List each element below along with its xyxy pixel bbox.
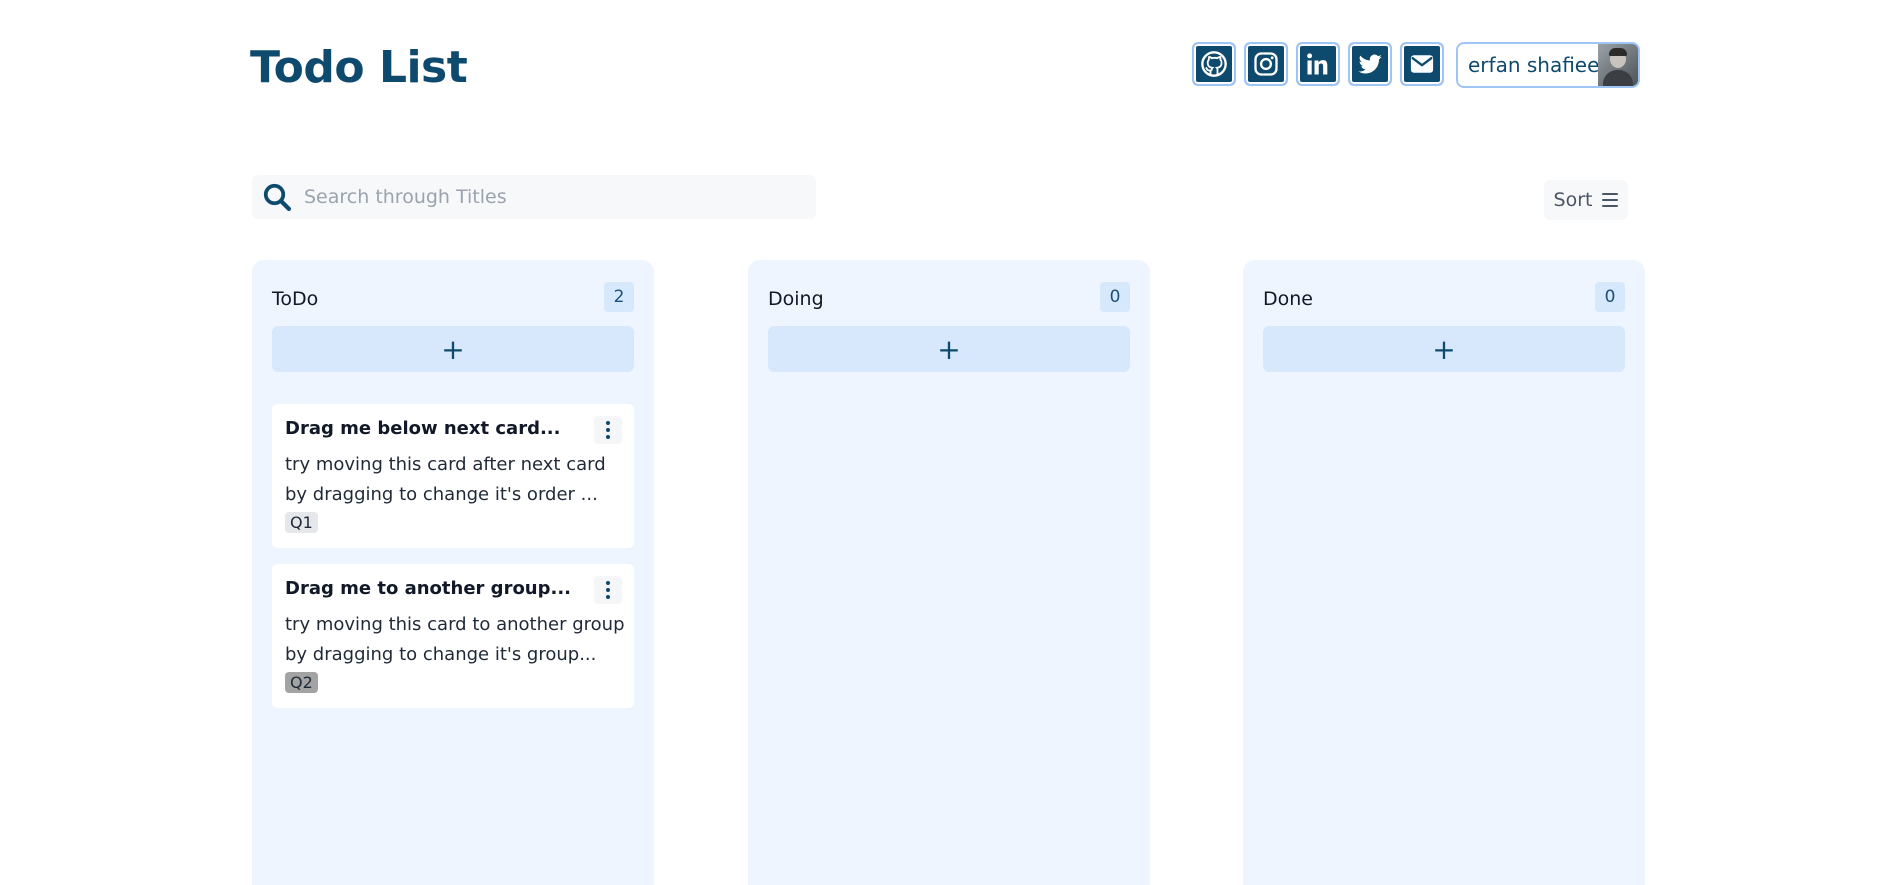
column-header: Done 0 xyxy=(1263,282,1625,316)
column-header: ToDo 2 xyxy=(272,282,634,316)
task-card[interactable]: Drag me below next card... try moving th… xyxy=(272,404,634,548)
search-input[interactable] xyxy=(304,186,784,208)
github-icon xyxy=(1201,51,1227,77)
menu-lines-icon xyxy=(1602,193,1619,207)
column-title: Done xyxy=(1263,288,1313,310)
card-description-line: by dragging to change it's group... xyxy=(285,644,597,665)
instagram-link[interactable] xyxy=(1244,42,1288,86)
add-card-button[interactable]: + xyxy=(272,326,634,372)
card-menu-button[interactable] xyxy=(594,416,622,444)
card-tag: Q1 xyxy=(285,512,318,533)
column-count-badge: 0 xyxy=(1100,282,1130,312)
sort-button[interactable]: Sort xyxy=(1544,180,1628,220)
social-links xyxy=(1192,42,1444,86)
card-description-line: try moving this card to another group xyxy=(285,614,625,635)
mail-link[interactable] xyxy=(1400,42,1444,86)
column-title: Doing xyxy=(768,288,824,310)
profile-button[interactable]: erfan shafiee xyxy=(1456,42,1640,88)
card-description: try moving this card to another group by… xyxy=(285,610,645,670)
column-done: Done 0 + xyxy=(1243,260,1645,885)
column-todo: ToDo 2 + Drag me below next card... try … xyxy=(252,260,654,885)
search-bar xyxy=(252,175,816,219)
add-card-button[interactable]: + xyxy=(768,326,1130,372)
instagram-icon xyxy=(1254,52,1278,76)
sort-label: Sort xyxy=(1553,189,1593,211)
linkedin-link[interactable] xyxy=(1296,42,1340,86)
card-description: try moving this card after next card by … xyxy=(285,450,645,510)
column-title: ToDo xyxy=(272,288,319,310)
add-card-button[interactable]: + xyxy=(1263,326,1625,372)
column-doing: Doing 0 + xyxy=(748,260,1150,885)
card-tag: Q2 xyxy=(285,672,318,693)
card-description-line: try moving this card after next card xyxy=(285,454,606,475)
card-title: Drag me to another group... xyxy=(285,578,572,599)
header: Todo List erfan shafiee xyxy=(250,40,1640,93)
twitter-link[interactable] xyxy=(1348,42,1392,86)
card-description-line: by dragging to change it's order ... xyxy=(285,484,598,505)
avatar xyxy=(1598,44,1638,86)
twitter-icon xyxy=(1358,54,1382,74)
card-menu-button[interactable] xyxy=(594,576,622,604)
page-title: Todo List xyxy=(250,42,468,93)
linkedin-icon xyxy=(1307,53,1328,75)
card-title: Drag me below next card... xyxy=(285,418,561,439)
column-count-badge: 2 xyxy=(604,282,634,312)
github-link[interactable] xyxy=(1192,42,1236,86)
mail-icon xyxy=(1410,55,1434,73)
column-count-badge: 0 xyxy=(1595,282,1625,312)
task-card[interactable]: Drag me to another group... try moving t… xyxy=(272,564,634,708)
column-header: Doing 0 xyxy=(768,282,1130,316)
profile-name: erfan shafiee xyxy=(1468,53,1600,77)
search-icon[interactable] xyxy=(260,180,294,214)
